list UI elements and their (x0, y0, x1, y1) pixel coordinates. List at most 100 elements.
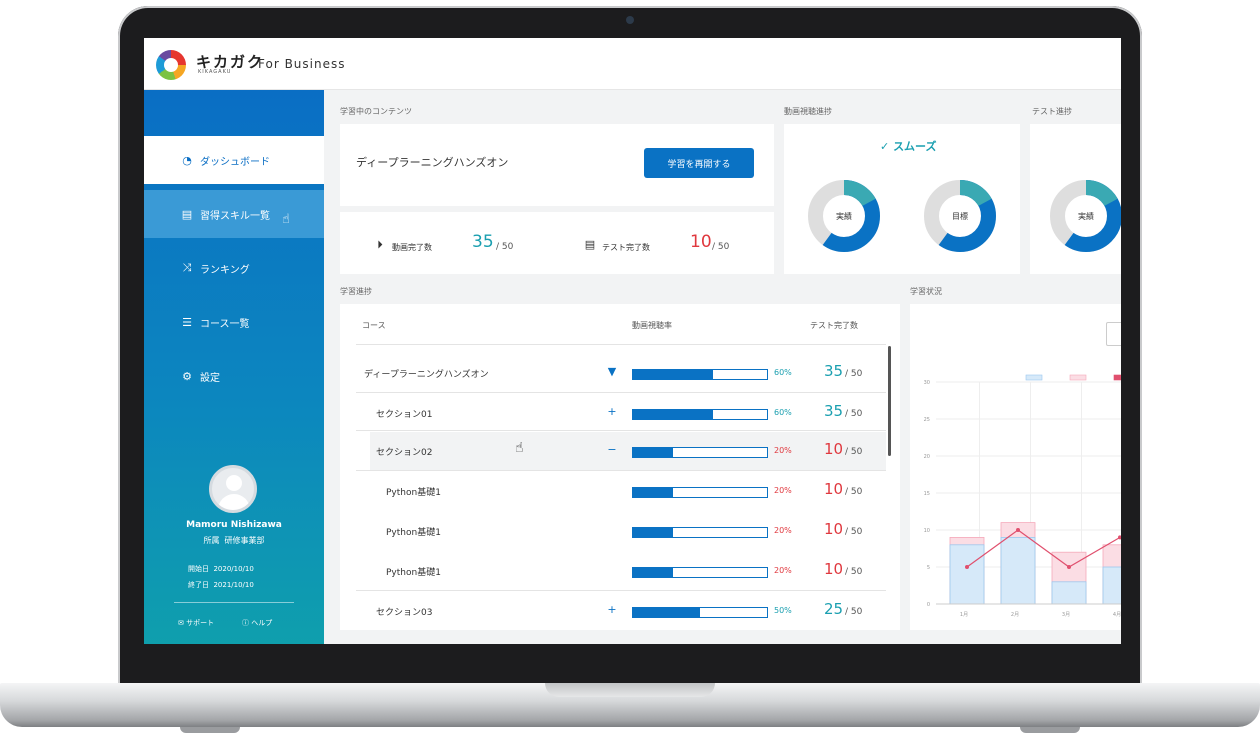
x-tick-label: 2月 (1011, 612, 1019, 618)
table-row[interactable]: ディープラーニングハンズオン ▼ 60% 35/ 50 (364, 354, 886, 392)
row-course-name[interactable]: Python基礎1 (386, 525, 441, 538)
learning-progress-title: 学習進捗 (340, 287, 372, 296)
video-total: / 50 (496, 242, 514, 252)
test-progress-card: 実績 (1030, 124, 1121, 274)
row-course-name[interactable]: Python基礎1 (386, 565, 441, 578)
table-row[interactable]: セクション01 +60% 35/ 50 (370, 394, 886, 432)
sidebar-item-1[interactable]: ▤ 習得スキル一覧 ☝ (144, 190, 324, 238)
progress-bar-fill (633, 608, 700, 617)
logo-subtext: KIKAGAKU (198, 69, 232, 75)
rate-column-header[interactable]: 動画視聴率 (632, 320, 672, 331)
sidebar-item-2[interactable]: ⤨ ランキング (144, 244, 324, 292)
user-name: Mamoru Nishizawa (186, 520, 282, 530)
sidebar-item-label: コース一覧 (200, 318, 250, 330)
sidebar-item-label: 習得スキル一覧 (200, 210, 270, 222)
row-tests-total: / 50 (845, 567, 863, 577)
bar-series1 (1000, 536, 1036, 605)
test-progress-title: テスト進捗 (1032, 107, 1072, 116)
x-tick-label: 1月 (960, 612, 968, 618)
progress-bar-fill (633, 528, 674, 537)
progress-bar-fill (633, 488, 674, 497)
row-percent: 60% (774, 368, 792, 377)
course-column-header[interactable]: コース (362, 320, 386, 331)
y-tick-label: 10 (924, 528, 930, 534)
avatar-body (218, 494, 250, 510)
help-label: ヘルプ (251, 619, 273, 627)
sidebar-item-0[interactable]: ◔ ダッシュボード (144, 136, 324, 184)
table-row[interactable]: Python基礎1 20% 10/ 50 (370, 472, 886, 510)
table-row[interactable]: セクション02 − 20% 10/ 50 (370, 432, 886, 470)
collapse-minus-icon[interactable]: − (606, 443, 618, 456)
row-tests-total: / 50 (845, 369, 863, 379)
progress-bar-fill (633, 410, 714, 419)
sidebar-divider (174, 602, 294, 603)
support-label: サポート (186, 619, 215, 627)
row-course-name[interactable]: セクション01 (376, 407, 432, 420)
end-date-row: 終了日 2021/10/10 (188, 580, 308, 590)
row-tests-done: 35 (824, 362, 844, 380)
avatar[interactable] (209, 465, 257, 513)
current-course-name[interactable]: ディープラーニングハンズオン (356, 154, 508, 170)
user-department: 所属 研修事業部 (144, 535, 324, 546)
row-percent: 20% (774, 526, 792, 535)
learning-status-chart: 0 5 10 15 20 25 30 1月 2月 3月 4月 (924, 374, 1121, 618)
x-tick-label: 3月 (1062, 612, 1070, 618)
table-scrollbar[interactable] (888, 346, 891, 456)
department-label: 所属 (203, 536, 220, 545)
test-donut-charts: 実績 (1050, 180, 1121, 252)
y-tick-label: 25 (924, 417, 930, 423)
brand-suffix: For Business (258, 57, 346, 71)
y-tick-label: 15 (924, 491, 930, 497)
y-tick-label: 30 (924, 380, 930, 386)
progress-bar (632, 409, 768, 420)
sidebar: ◔ ダッシュボード ▤ 習得スキル一覧 ☝ ⤨ ランキング ☰ コース一覧 ⚙ 設定 Mamoru … (144, 90, 324, 644)
video-progress-card: ✓ スムーズ 実績 目標 (784, 124, 1020, 274)
progress-bar (632, 447, 768, 458)
mail-icon: ✉ (178, 619, 184, 627)
support-link[interactable]: ✉ サポート (178, 618, 214, 628)
row-course-name[interactable]: ディープラーニングハンズオン (364, 367, 489, 380)
sidebar-item-3[interactable]: ☰ コース一覧 (144, 298, 324, 346)
sidebar-item-label: ランキング (200, 264, 250, 276)
table-row[interactable]: Python基礎1 20% 10/ 50 (370, 552, 886, 590)
progress-bar (632, 567, 768, 578)
row-tests-done: 35 (824, 402, 844, 420)
progress-bar (632, 607, 768, 618)
collapse-caret-icon[interactable]: ▼ (606, 365, 618, 378)
row-tests-total: / 50 (845, 607, 863, 617)
row-tests-done: 10 (824, 480, 844, 498)
test-done-label: テスト完了数 (602, 243, 650, 252)
row-percent: 20% (774, 446, 792, 455)
row-divider (356, 590, 886, 591)
legend-swatch (1025, 374, 1043, 381)
row-course-name[interactable]: セクション03 (376, 605, 432, 618)
sidebar-item-label: ダッシュボード (200, 156, 270, 168)
progress-bar (632, 527, 768, 538)
learning-progress-card: コース 動画視聴率 テスト完了数 ディープラーニングハンズオン ▼ 60% 35/ 5… (340, 304, 900, 630)
end-date-label: 終了日 (188, 581, 209, 589)
resume-learning-button[interactable]: 学習を再開する (644, 148, 754, 178)
legend-swatch (1113, 374, 1121, 381)
row-tests-total: / 50 (845, 447, 863, 457)
play-circle-icon: ⏵ (377, 238, 383, 251)
table-row[interactable]: Python基礎1 20% 10/ 50 (370, 512, 886, 550)
line-point (1016, 528, 1020, 532)
shuffle-icon: ⤨ (182, 261, 192, 274)
donut-label: 実績 (836, 211, 852, 221)
table-header-divider (356, 344, 886, 345)
expand-plus-icon[interactable]: + (606, 603, 618, 616)
tests-column-header[interactable]: テスト完了数 (810, 320, 858, 331)
kikagaku-logo-icon[interactable] (156, 50, 186, 80)
pointer-cursor-icon: ☝ (515, 440, 524, 456)
test-done-count: 10 (690, 232, 712, 252)
table-row[interactable]: セクション03 +50% 25/ 50 (370, 592, 886, 630)
row-percent: 20% (774, 566, 792, 575)
row-course-name[interactable]: セクション02 (376, 445, 432, 458)
expand-plus-icon[interactable]: + (606, 405, 618, 418)
row-percent: 20% (774, 486, 792, 495)
help-link[interactable]: ⓘ ヘルプ (242, 618, 272, 628)
document-icon: ▤ (181, 207, 193, 221)
progress-bar-fill (633, 448, 674, 457)
row-course-name[interactable]: Python基礎1 (386, 485, 441, 498)
sidebar-item-4[interactable]: ⚙ 設定 (144, 352, 324, 400)
